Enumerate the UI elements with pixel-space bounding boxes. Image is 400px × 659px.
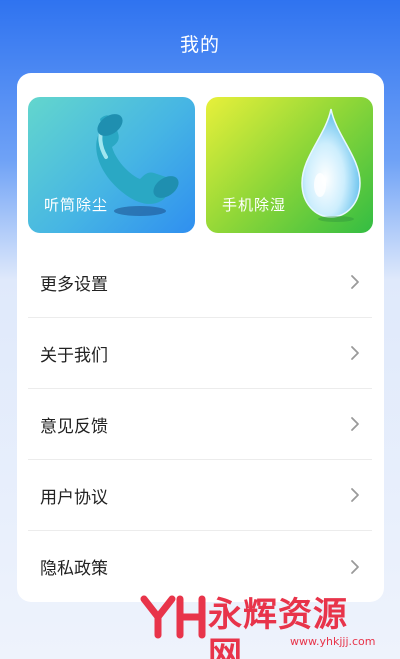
- watermark-url: www.yhkjjj.com: [290, 635, 376, 648]
- menu-item-feedback[interactable]: 意见反馈: [28, 389, 372, 460]
- watermark-text: 永辉资源网: [208, 595, 348, 659]
- watermark: 永辉资源网 www.yhkjjj.com: [140, 593, 380, 659]
- chevron-right-icon: [351, 346, 359, 360]
- menu-item-privacy-policy[interactable]: 隐私政策: [28, 531, 372, 602]
- tile-earpiece-dust[interactable]: 听筒除尘: [28, 97, 195, 233]
- main-card: 听筒除尘 手机除湿 更多设置 关于我们 意见反馈 用户协议 隐私政策: [17, 73, 384, 602]
- tile-label: 听筒除尘: [44, 196, 109, 214]
- menu-item-label: 关于我们: [40, 345, 108, 366]
- tile-label: 手机除湿: [222, 196, 287, 214]
- menu-item-label: 更多设置: [40, 274, 108, 295]
- chevron-right-icon: [351, 488, 359, 502]
- menu-item-label: 用户协议: [40, 487, 108, 508]
- menu-item-label: 意见反馈: [40, 416, 108, 437]
- menu-item-about-us[interactable]: 关于我们: [28, 318, 372, 389]
- water-drop-icon: [301, 108, 361, 222]
- tile-phone-dehumidify[interactable]: 手机除湿: [206, 97, 373, 233]
- page-title: 我的: [179, 34, 220, 56]
- chevron-right-icon: [351, 417, 359, 431]
- menu-item-more-settings[interactable]: 更多设置: [28, 247, 372, 318]
- chevron-right-icon: [351, 559, 359, 574]
- settings-menu: 更多设置 关于我们 意见反馈 用户协议 隐私政策: [28, 247, 372, 602]
- menu-item-label: 隐私政策: [40, 559, 108, 579]
- chevron-right-icon: [351, 275, 359, 289]
- menu-item-user-agreement[interactable]: 用户协议: [28, 460, 372, 531]
- watermark-logo: [140, 595, 206, 639]
